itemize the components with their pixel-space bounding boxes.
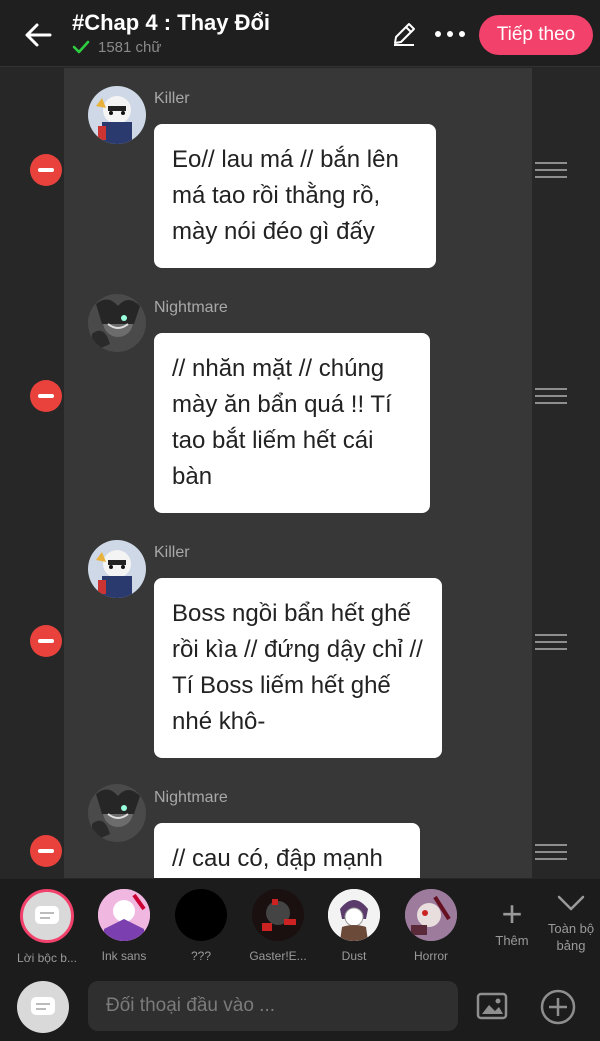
add-label: Thêm (495, 933, 529, 948)
drag-handle-icon[interactable] (535, 388, 567, 408)
character-gaster[interactable]: Gaster!E... (243, 889, 313, 963)
avatar (405, 889, 457, 941)
avatar (175, 889, 227, 941)
message-bubble[interactable]: // cau có, đập mạnh (154, 823, 420, 878)
check-icon (72, 40, 90, 54)
message-bubble[interactable]: // nhăn mặt // chúng mày ăn bẩn quá !! T… (154, 333, 430, 513)
word-count-text: 1581 chữ (98, 38, 162, 56)
character-label: ??? (190, 949, 212, 963)
drag-handle-icon[interactable] (535, 162, 567, 182)
character-label: Lời bộc b... (17, 951, 77, 965)
top-bar: #Chap 4 : Thay Đổi 1581 chữ Tiếp theo (0, 0, 600, 67)
character-label: Gaster!E... (249, 949, 307, 963)
character-unknown[interactable]: ??? (166, 889, 236, 963)
avatar-killer (88, 86, 146, 144)
character-dust[interactable]: Dust (319, 889, 389, 963)
speaker-name: Killer (154, 544, 190, 561)
expand-board-button[interactable]: Toàn bộ bảng (542, 893, 600, 954)
speaker-name: Killer (154, 90, 190, 107)
avatar-killer (88, 540, 146, 598)
image-icon[interactable] (476, 991, 508, 1021)
minus-circle-icon[interactable] (30, 625, 62, 657)
plus-circle-icon[interactable] (540, 989, 576, 1025)
character-label: Horror (413, 949, 448, 963)
back-arrow-icon[interactable] (22, 18, 56, 52)
message-bubble[interactable]: Boss ngồi bẩn hết ghế rồi kìa // đứng dậ… (154, 578, 442, 758)
pen-icon[interactable] (390, 20, 418, 48)
drag-handle-icon[interactable] (535, 634, 567, 654)
avatar (252, 889, 304, 941)
plus-icon: + (501, 893, 523, 934)
character-narrator[interactable]: Lời bộc b... (12, 889, 82, 965)
character-label: Dust (341, 949, 367, 963)
minus-circle-icon[interactable] (30, 835, 62, 867)
character-horror[interactable]: Horror (396, 889, 466, 963)
dialogue-input[interactable] (88, 981, 458, 1031)
avatar (328, 889, 380, 941)
next-button[interactable]: Tiếp theo (479, 15, 593, 55)
avatar (98, 889, 150, 941)
dialogue-list[interactable]: Killer Eo// lau má // bắn lên má tao rồi… (0, 68, 600, 878)
input-bar (0, 969, 600, 1041)
speaker-name: Nightmare (154, 789, 228, 806)
minus-circle-icon[interactable] (30, 154, 62, 186)
chevron-down-icon (557, 895, 585, 911)
character-label: Ink sans (101, 949, 147, 963)
word-count: 1581 chữ (72, 38, 161, 56)
character-bar: Lời bộc b... Ink sans ??? Gaster!E... Du… (0, 879, 600, 969)
drag-handle-icon[interactable] (535, 844, 567, 864)
speech-bubble-icon (20, 889, 74, 943)
message-bubble[interactable]: Eo// lau má // bắn lên má tao rồi thằng … (154, 124, 436, 268)
more-dots-icon[interactable] (432, 22, 468, 46)
speaker-name: Nightmare (154, 299, 228, 316)
chapter-title: #Chap 4 : Thay Đổi (72, 10, 271, 35)
avatar-nightmare (88, 784, 146, 842)
character-ink-sans[interactable]: Ink sans (89, 889, 159, 963)
avatar-nightmare (88, 294, 146, 352)
expand-label: Toàn bộ bảng (547, 921, 595, 953)
add-character-button[interactable]: + Thêm (484, 893, 540, 949)
speech-bubble-icon[interactable] (17, 981, 69, 1033)
minus-circle-icon[interactable] (30, 380, 62, 412)
